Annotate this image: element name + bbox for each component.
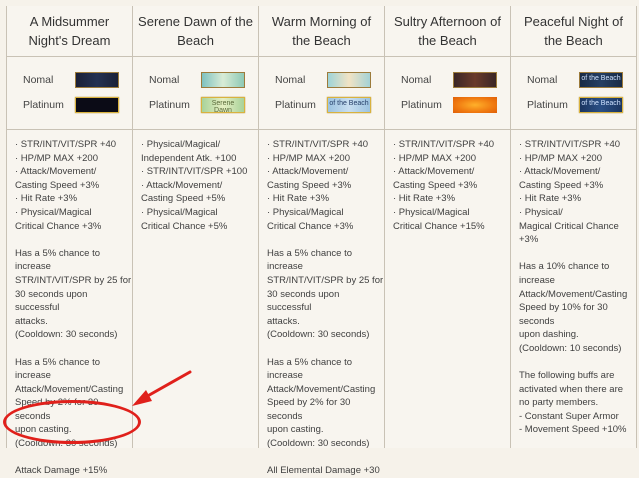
effect-text: Attack Damage +15%	[15, 465, 108, 477]
effect-text: All Elemental Damage +30	[267, 465, 380, 477]
annotation-arrow-icon	[132, 370, 192, 406]
